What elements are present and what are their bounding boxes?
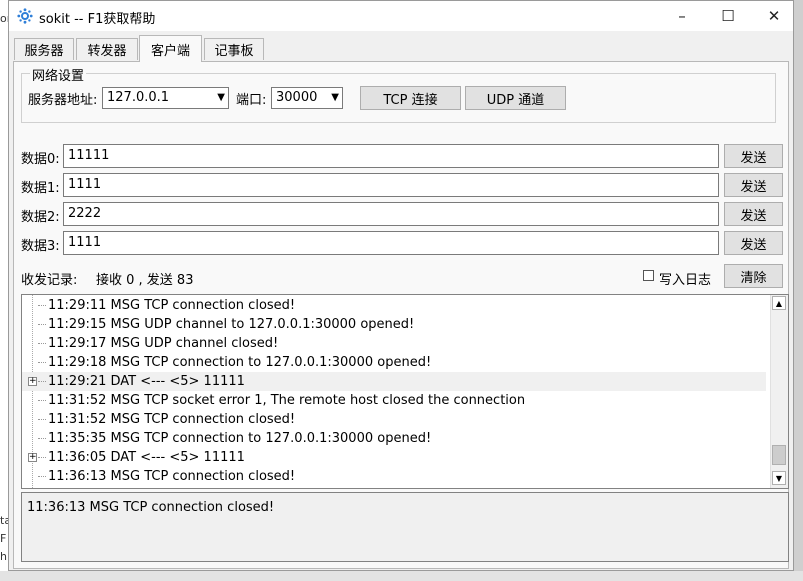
tree-connector bbox=[38, 457, 46, 458]
write-log-checkbox[interactable] bbox=[643, 270, 654, 281]
maximize-button[interactable]: ☐ bbox=[705, 1, 751, 31]
network-settings-legend: 网络设置 bbox=[30, 65, 87, 84]
data1-send-button[interactable]: 发送 bbox=[724, 173, 783, 197]
tab-client[interactable]: 客户端 bbox=[139, 35, 202, 62]
close-button[interactable]: ✕ bbox=[751, 1, 797, 31]
data0-send-button[interactable]: 发送 bbox=[724, 144, 783, 168]
log-row-text: 11:31:52 MSG TCP socket error 1, The rem… bbox=[48, 393, 526, 408]
sokit-window: sokit -- F1获取帮助 – ☐ ✕ 服务器 转发器 客户端 记事板 网络… bbox=[8, 0, 794, 571]
tree-connector bbox=[38, 419, 46, 420]
expand-icon[interactable]: + bbox=[28, 377, 37, 386]
data0-label: 数据0: bbox=[21, 152, 60, 167]
log-row[interactable]: 11:36:13 MSG TCP connection closed! bbox=[22, 467, 766, 486]
log-row-text: 11:29:15 MSG UDP channel to 127.0.0.1:30… bbox=[48, 317, 415, 332]
detail-text: 11:36:13 MSG TCP connection closed! bbox=[27, 500, 275, 515]
log-row[interactable]: 11:31:52 MSG TCP connection closed! bbox=[22, 410, 766, 429]
log-row[interactable]: 11:29:18 MSG TCP connection to 127.0.0.1… bbox=[22, 353, 766, 372]
minimize-button[interactable]: – bbox=[659, 1, 705, 31]
background-text: F bbox=[0, 532, 7, 545]
data1-label: 数据1: bbox=[21, 181, 60, 196]
log-row-text: 11:36:13 MSG TCP connection closed! bbox=[48, 469, 296, 484]
port-label: 端口: bbox=[236, 93, 267, 108]
write-log-label[interactable]: 写入日志 bbox=[659, 269, 711, 288]
detail-view[interactable]: 11:36:13 MSG TCP connection closed! bbox=[21, 492, 789, 562]
tree-connector bbox=[38, 305, 46, 306]
scroll-thumb[interactable] bbox=[772, 445, 786, 465]
log-row[interactable]: 11:29:15 MSG UDP channel to 127.0.0.1:30… bbox=[22, 315, 766, 334]
data3-label: 数据3: bbox=[21, 239, 60, 254]
tab-notepad[interactable]: 记事板 bbox=[204, 38, 264, 60]
tree-connector bbox=[38, 438, 46, 439]
tab-forwarder[interactable]: 转发器 bbox=[76, 38, 138, 60]
data0-input[interactable]: 11111 bbox=[63, 144, 719, 168]
scroll-down-button[interactable]: ▼ bbox=[772, 471, 786, 485]
data2-send-button[interactable]: 发送 bbox=[724, 202, 783, 226]
data3-send-button[interactable]: 发送 bbox=[724, 231, 783, 255]
tab-bar: 服务器 转发器 客户端 记事板 bbox=[9, 31, 793, 62]
tree-connector bbox=[38, 400, 46, 401]
log-row[interactable]: +11:36:05 DAT <--- <5> 11111 bbox=[22, 448, 766, 467]
server-address-value: 127.0.0.1 bbox=[107, 90, 170, 105]
udp-channel-button[interactable]: UDP 通道 bbox=[465, 86, 566, 110]
background-text: h bbox=[0, 550, 7, 563]
tree-connector bbox=[38, 381, 46, 382]
chevron-down-icon: ▼ bbox=[331, 92, 339, 103]
data1-input[interactable]: 1111 bbox=[63, 173, 719, 197]
port-value: 30000 bbox=[276, 90, 318, 105]
records-label: 收发记录: bbox=[21, 273, 78, 288]
scroll-up-button[interactable]: ▲ bbox=[772, 296, 786, 310]
log-row[interactable]: +11:29:21 DAT <--- <5> 11111 bbox=[22, 372, 766, 391]
client-panel: 网络设置 服务器地址: 127.0.0.1 ▼ 端口: 30000 ▼ TCP … bbox=[13, 61, 789, 569]
tree-connector bbox=[38, 476, 46, 477]
log-row-text: 11:36:05 DAT <--- <5> 11111 bbox=[48, 450, 245, 465]
log-row-text: 11:29:21 DAT <--- <5> 11111 bbox=[48, 374, 245, 389]
app-gear-icon bbox=[17, 8, 33, 24]
network-settings-group: 网络设置 服务器地址: 127.0.0.1 ▼ 端口: 30000 ▼ TCP … bbox=[21, 65, 776, 123]
background-taskbar bbox=[0, 571, 803, 581]
server-address-combo[interactable]: 127.0.0.1 ▼ bbox=[102, 87, 229, 109]
log-row-text: 11:29:18 MSG TCP connection to 127.0.0.1… bbox=[48, 355, 432, 370]
data2-input[interactable]: 2222 bbox=[63, 202, 719, 226]
log-row-text: 11:35:35 MSG TCP connection to 127.0.0.1… bbox=[48, 431, 432, 446]
window-title: sokit -- F1获取帮助 bbox=[39, 12, 156, 27]
data2-label: 数据2: bbox=[21, 210, 60, 225]
log-row[interactable]: 11:31:52 MSG TCP socket error 1, The rem… bbox=[22, 391, 766, 410]
records-stats: 接收 0 , 发送 83 bbox=[96, 273, 194, 288]
log-row-text: 11:31:52 MSG TCP connection closed! bbox=[48, 412, 296, 427]
log-scrollbar[interactable]: ▲ ▼ bbox=[770, 295, 788, 488]
tree-connector bbox=[38, 343, 46, 344]
expand-icon[interactable]: + bbox=[28, 453, 37, 462]
title-bar[interactable]: sokit -- F1获取帮助 – ☐ ✕ bbox=[9, 1, 793, 31]
tcp-connect-button[interactable]: TCP 连接 bbox=[360, 86, 461, 110]
log-row-text: 11:29:17 MSG UDP channel closed! bbox=[48, 336, 279, 351]
log-row[interactable]: 11:35:35 MSG TCP connection to 127.0.0.1… bbox=[22, 429, 766, 448]
clear-button[interactable]: 清除 bbox=[724, 264, 783, 288]
tree-connector bbox=[38, 362, 46, 363]
log-row[interactable]: 11:29:11 MSG TCP connection closed! bbox=[22, 296, 766, 315]
port-combo[interactable]: 30000 ▼ bbox=[271, 87, 343, 109]
log-row-text: 11:29:11 MSG TCP connection closed! bbox=[48, 298, 296, 313]
log-tree[interactable]: 11:29:11 MSG TCP connection closed! 11:29… bbox=[21, 294, 789, 489]
chevron-down-icon: ▼ bbox=[217, 92, 225, 103]
log-row[interactable]: 11:29:17 MSG UDP channel closed! bbox=[22, 334, 766, 353]
data3-input[interactable]: 1111 bbox=[63, 231, 719, 255]
server-address-label: 服务器地址: bbox=[28, 93, 98, 108]
tree-connector bbox=[38, 324, 46, 325]
tab-server[interactable]: 服务器 bbox=[14, 38, 74, 60]
